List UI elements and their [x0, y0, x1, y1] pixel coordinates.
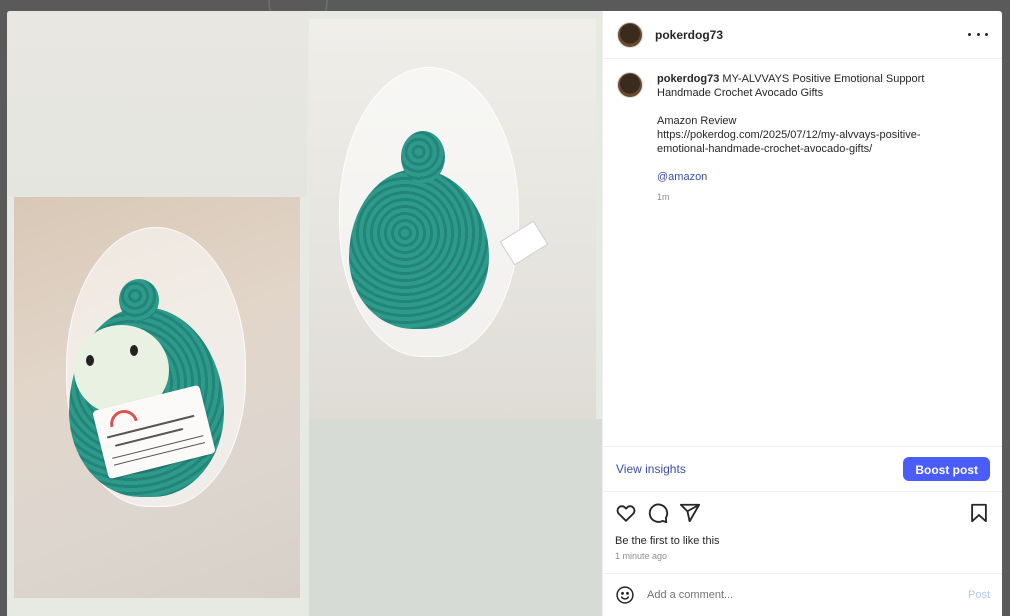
- caption-area: pokerdog73 MY-ALVVAYS Positive Emotional…: [603, 59, 1002, 446]
- header-username[interactable]: pokerdog73: [655, 28, 968, 42]
- avatar[interactable]: [617, 21, 643, 48]
- insights-row: View insights Boost post: [603, 446, 1002, 492]
- action-bar: Be the first to like this 1 minute ago: [603, 492, 1002, 574]
- avocado-stem: [401, 131, 445, 183]
- mention-link[interactable]: @amazon: [657, 170, 957, 184]
- comment-composer: Post: [603, 574, 1002, 616]
- avatar[interactable]: [617, 72, 643, 98]
- emoji-smiley-icon[interactable]: [615, 585, 635, 605]
- dot: [976, 33, 980, 36]
- post-timestamp[interactable]: 1 minute ago: [615, 551, 990, 561]
- post-comment-button[interactable]: Post: [968, 589, 990, 601]
- comment-bubble-icon[interactable]: [647, 502, 669, 524]
- review-url-cont: emotional-handmade-crochet-avocado-gifts…: [657, 143, 873, 155]
- avocado-eye: [130, 345, 138, 356]
- avocado-photo-front: [14, 197, 300, 598]
- caption-text: pokerdog73 MY-ALVVAYS Positive Emotional…: [657, 72, 957, 433]
- post-sidebar: pokerdog73 pokerdog73 MY-ALVVAYS Positiv…: [602, 11, 1002, 616]
- action-icons: [615, 502, 990, 524]
- more-options-icon[interactable]: [968, 33, 988, 36]
- review-url: https://pokerdog.com/2025/07/12/my-alvva…: [657, 129, 921, 141]
- bookmark-icon[interactable]: [968, 502, 990, 524]
- media-blank-area: [7, 11, 307, 197]
- rainbow-drawing: [107, 407, 138, 428]
- caption-first-line: pokerdog73 MY-ALVVAYS Positive Emotional…: [657, 72, 957, 86]
- caption-title-cont: Handmade Crochet Avocado Gifts: [657, 87, 824, 99]
- review-label: Amazon Review: [657, 115, 737, 127]
- card-text-line: [112, 435, 204, 459]
- avocado-photo-back: [309, 19, 596, 419]
- caption-title: MY-ALVVAYS Positive Emotional Support: [722, 73, 925, 85]
- caption-username[interactable]: pokerdog73: [657, 73, 719, 85]
- avocado-stem: [119, 279, 159, 321]
- likes-text[interactable]: Be the first to like this: [615, 535, 990, 547]
- comment-input[interactable]: [647, 589, 968, 601]
- post-media[interactable]: [7, 11, 602, 616]
- post-header: pokerdog73: [603, 11, 1002, 59]
- caption-timestamp: 1m: [657, 192, 670, 202]
- media-blank-area: [309, 419, 602, 616]
- avocado-eye: [86, 355, 94, 366]
- heart-icon[interactable]: [615, 502, 637, 524]
- view-insights-link[interactable]: View insights: [616, 462, 686, 476]
- boost-post-button[interactable]: Boost post: [903, 457, 990, 481]
- post-modal: pokerdog73 pokerdog73 MY-ALVVAYS Positiv…: [7, 11, 1002, 616]
- dot: [968, 33, 971, 36]
- dot: [985, 33, 988, 36]
- send-paper-plane-icon[interactable]: [679, 502, 701, 524]
